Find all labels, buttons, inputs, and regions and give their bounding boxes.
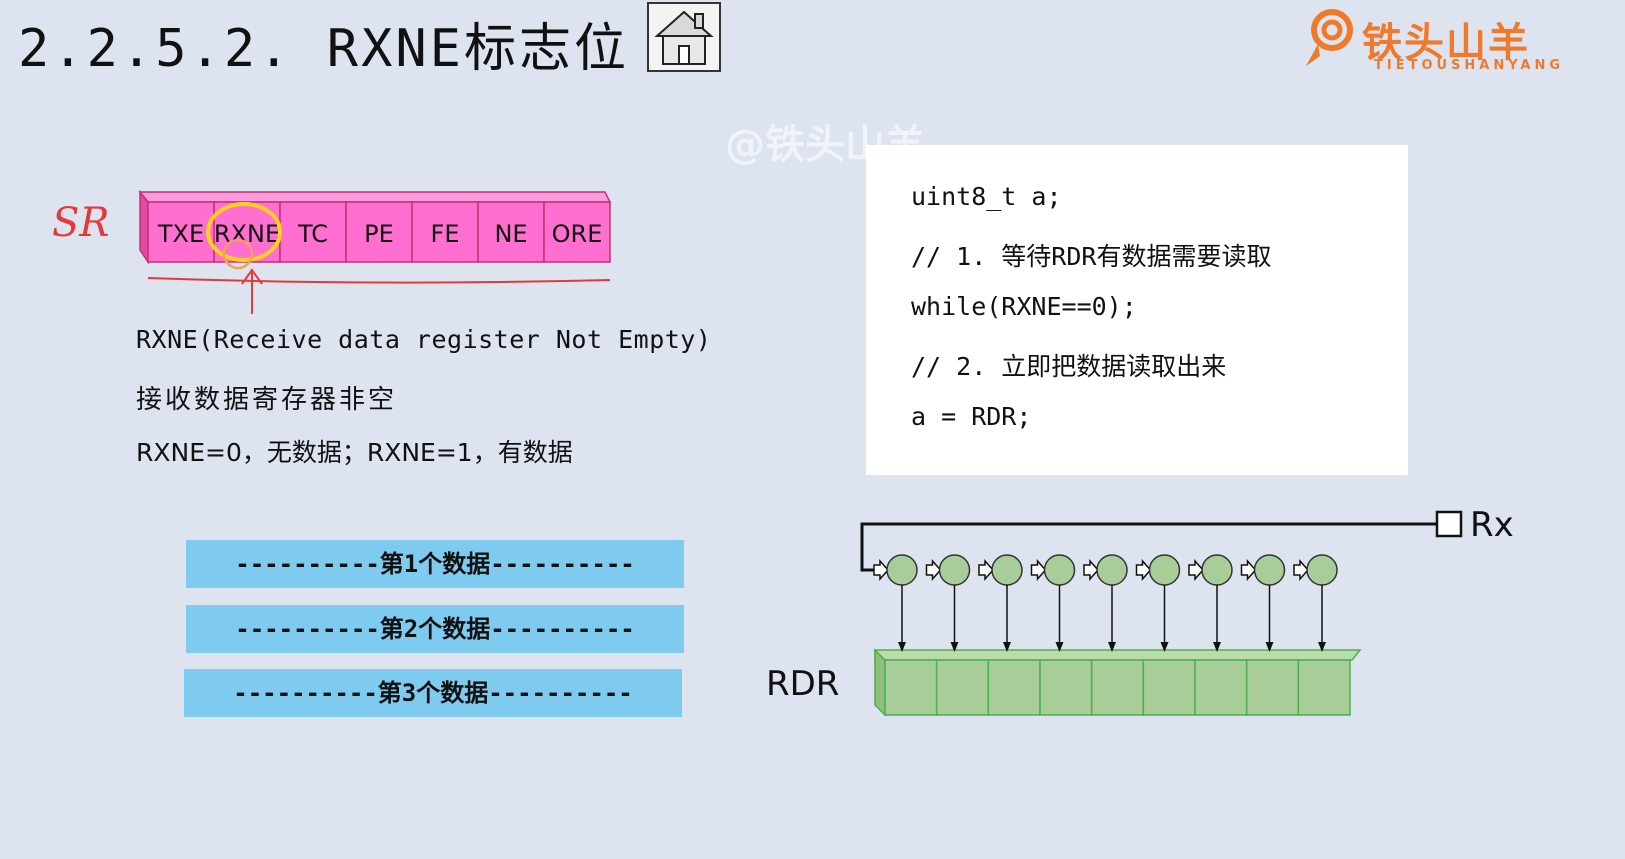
code-panel: uint8_t a; // 1. 等待RDR有数据需要读取 while(RXNE… [866, 145, 1408, 475]
data-bar-2: ----------第2个数据---------- [186, 605, 684, 653]
data-bar-3: ----------第3个数据---------- [184, 669, 682, 717]
shift-arrow-icon [978, 559, 995, 581]
home-icon [654, 10, 714, 65]
brand-logo: 铁头山羊 TIETOUSHANYANG [1300, 6, 1600, 76]
shift-register-diagram [860, 510, 1463, 717]
code-line-while: while(RXNE==0); [911, 292, 1137, 321]
shift-bit [1306, 554, 1338, 586]
rdr-cell [1297, 659, 1351, 716]
shift-bit [938, 554, 971, 586]
shift-bit [991, 554, 1023, 586]
underline-annotation [147, 277, 611, 284]
logo-subtext: TIETOUSHANYANG [1374, 58, 1565, 73]
code-line-assign: a = RDR; [911, 402, 1032, 431]
shift-bit [886, 554, 918, 586]
rxne-value-meaning: RXNE=0，无数据；RXNE=1，有数据 [136, 438, 573, 467]
code-comment-read: // 2. 立即把数据读取出来 [911, 352, 1227, 381]
home-button[interactable] [647, 2, 721, 72]
status-register: TXE RXNE TC PE FE NE ORE [138, 189, 612, 314]
register-bit-label: FE [431, 220, 460, 248]
rdr-cell [1142, 659, 1196, 716]
shift-arrow-icon [925, 559, 942, 581]
shift-bit [1201, 554, 1233, 586]
rdr-top-face [874, 649, 1362, 661]
shift-arrow-icon [1293, 559, 1310, 581]
data-bar-1: ----------第1个数据---------- [186, 540, 684, 588]
rdr-cell [1245, 659, 1300, 716]
shift-arrow-icon [1030, 559, 1047, 581]
shift-arrow-icon [873, 559, 890, 581]
rxne-description-chinese: 接收数据寄存器非空 [136, 385, 398, 415]
code-line-declaration: uint8_t a; [911, 182, 1062, 211]
shift-arrow-icon [1083, 559, 1100, 581]
rx-label: Rx [1470, 505, 1514, 545]
page-title: 2.2.5.2. RXNE标志位 [18, 19, 629, 79]
register-bit-label: PE [364, 220, 394, 248]
shift-arrow-icon [1135, 559, 1152, 581]
register-bit-label: TXE [157, 220, 204, 248]
shift-bit [1148, 554, 1181, 586]
goat-logo-icon [1306, 9, 1353, 66]
shift-bit [1253, 554, 1286, 586]
rdr-cell [935, 659, 990, 716]
register-bit-label: TC [297, 220, 328, 248]
rx-pin [1435, 510, 1463, 538]
rdr-cell [987, 659, 1041, 716]
code-comment-wait: // 1. 等待RDR有数据需要读取 [911, 242, 1272, 271]
register-top-face [138, 191, 612, 203]
rxne-description-english: RXNE(Receive data register Not Empty) [136, 325, 712, 354]
rdr-cell [1194, 659, 1248, 716]
shift-arrow-icon [1188, 559, 1205, 581]
register-side-face [139, 189, 149, 265]
rdr-cell [1090, 659, 1145, 716]
shift-arrow-icon [1240, 559, 1257, 581]
sr-label: SR [52, 200, 110, 246]
rdr-cell [884, 659, 938, 716]
register-bit-label: ORE [552, 220, 603, 248]
register-bit-label: NE [494, 220, 527, 248]
shift-bit [1043, 554, 1076, 586]
shift-bit [1096, 554, 1128, 586]
rdr-label: RDR [766, 664, 840, 704]
rdr-side-face [874, 648, 886, 717]
rdr-cell [1039, 659, 1093, 716]
